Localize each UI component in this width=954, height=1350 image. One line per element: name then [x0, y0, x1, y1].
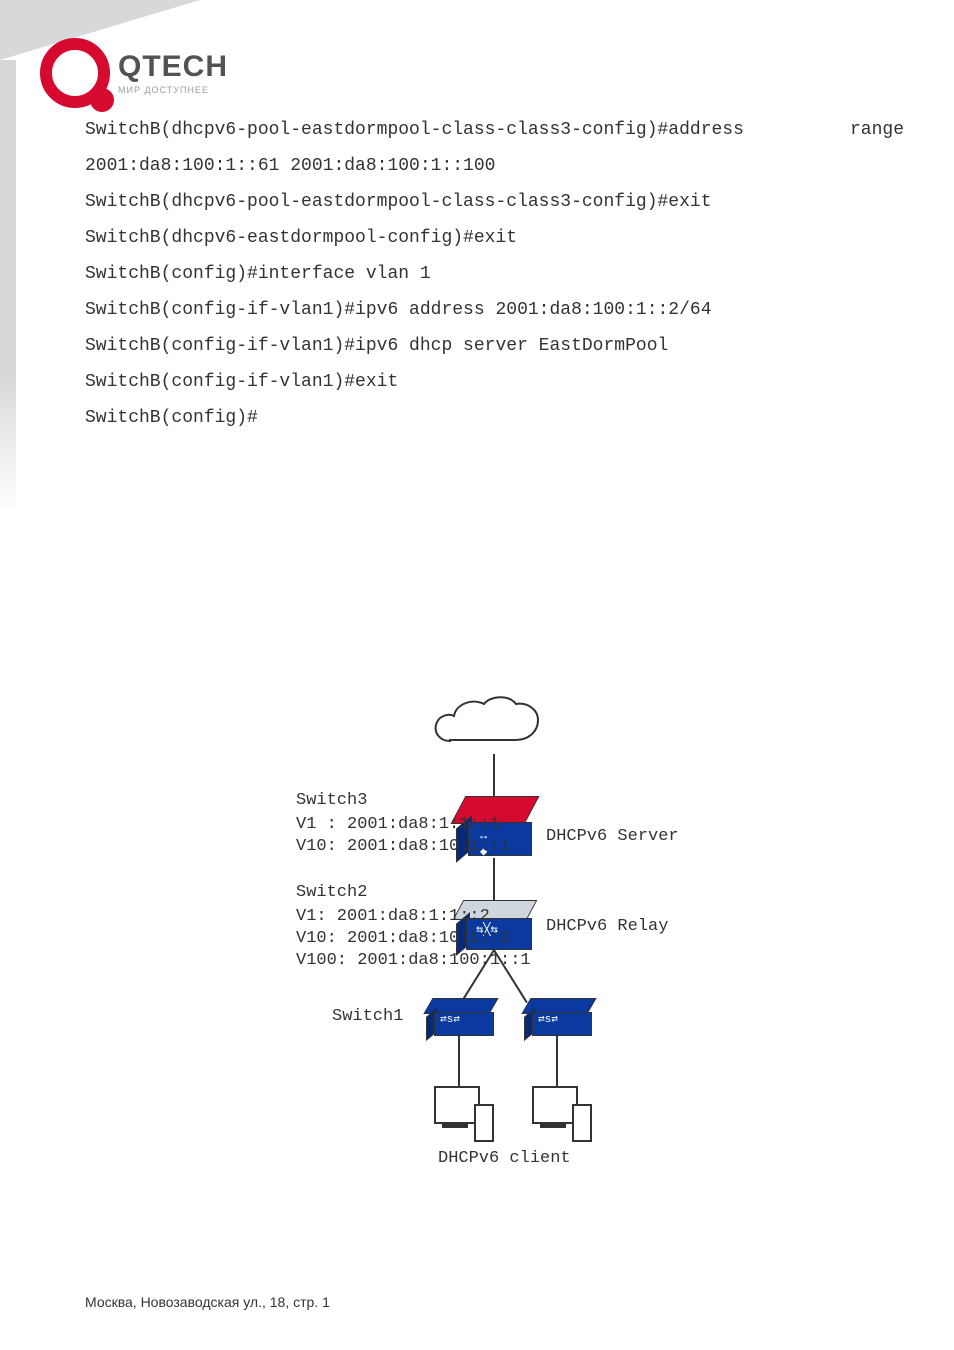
pc-icon	[430, 1086, 490, 1142]
code-line: SwitchB(config)#	[85, 400, 904, 436]
label-switch1: Switch1	[332, 1006, 403, 1029]
page-side-accent	[0, 60, 16, 510]
switch-icon: ⇄s⇄	[428, 998, 492, 1036]
label-switch2-v10: V10: 2001:da8:10:1::2	[296, 928, 510, 951]
label-switch3-v1: V1 : 2001:da8:1:1::1	[296, 814, 500, 837]
code-line: SwitchB(config-if-vlan1)#ipv6 dhcp serve…	[85, 328, 904, 364]
pc-icon	[528, 1086, 588, 1142]
label-switch3: Switch3	[296, 790, 367, 813]
label-dhcpv6-client: DHCPv6 client	[438, 1148, 571, 1171]
logo-mark-icon	[40, 38, 110, 108]
switch-arrows-icon: ⇄s⇄	[440, 1013, 460, 1028]
link-line	[556, 1036, 558, 1086]
code-line: 2001:da8:100:1::61 2001:da8:100:1::100	[85, 148, 904, 184]
code-line: SwitchB(config-if-vlan1)#exit	[85, 364, 904, 400]
label-dhcpv6-relay: DHCPv6 Relay	[546, 916, 668, 939]
code-line: SwitchB(dhcpv6-eastdormpool-config)#exit	[85, 220, 904, 256]
logo-word: QTECH	[118, 52, 228, 82]
page: QTECH МИР ДОСТУПНЕЕ SwitchB(dhcpv6-pool-…	[0, 0, 954, 1350]
cloud-icon	[430, 696, 560, 756]
link-line	[458, 1036, 460, 1086]
label-switch2: Switch2	[296, 882, 367, 905]
code-line: SwitchB(config-if-vlan1)#ipv6 address 20…	[85, 292, 904, 328]
link-line	[493, 858, 495, 902]
label-switch2-v1: V1: 2001:da8:1:1::2	[296, 906, 490, 929]
switch-arrows-icon: ⇄s⇄	[538, 1013, 558, 1028]
label-dhcpv6-server: DHCPv6 Server	[546, 826, 679, 849]
brand-logo: QTECH МИР ДОСТУПНЕЕ	[40, 38, 228, 108]
network-diagram: ↔◆ DHCPv6 Server Switch3 V1 : 2001:da8:1…	[280, 696, 720, 1216]
link-line	[493, 754, 495, 800]
code-line: SwitchB(dhcpv6-pool-eastdormpool-class-c…	[85, 112, 744, 148]
footer-address: Москва, Новозаводская ул., 18, стр. 1	[85, 1294, 330, 1310]
label-switch3-v10: V10: 2001:da8:10:1::1	[296, 836, 510, 859]
switch-icon: ⇄s⇄	[526, 998, 590, 1036]
code-line: SwitchB(config)#interface vlan 1	[85, 256, 904, 292]
code-block: SwitchB(dhcpv6-pool-eastdormpool-class-c…	[85, 112, 904, 436]
logo-tagline: МИР ДОСТУПНЕЕ	[118, 86, 228, 95]
code-line: SwitchB(dhcpv6-pool-eastdormpool-class-c…	[85, 184, 904, 220]
code-line: range	[850, 112, 904, 148]
